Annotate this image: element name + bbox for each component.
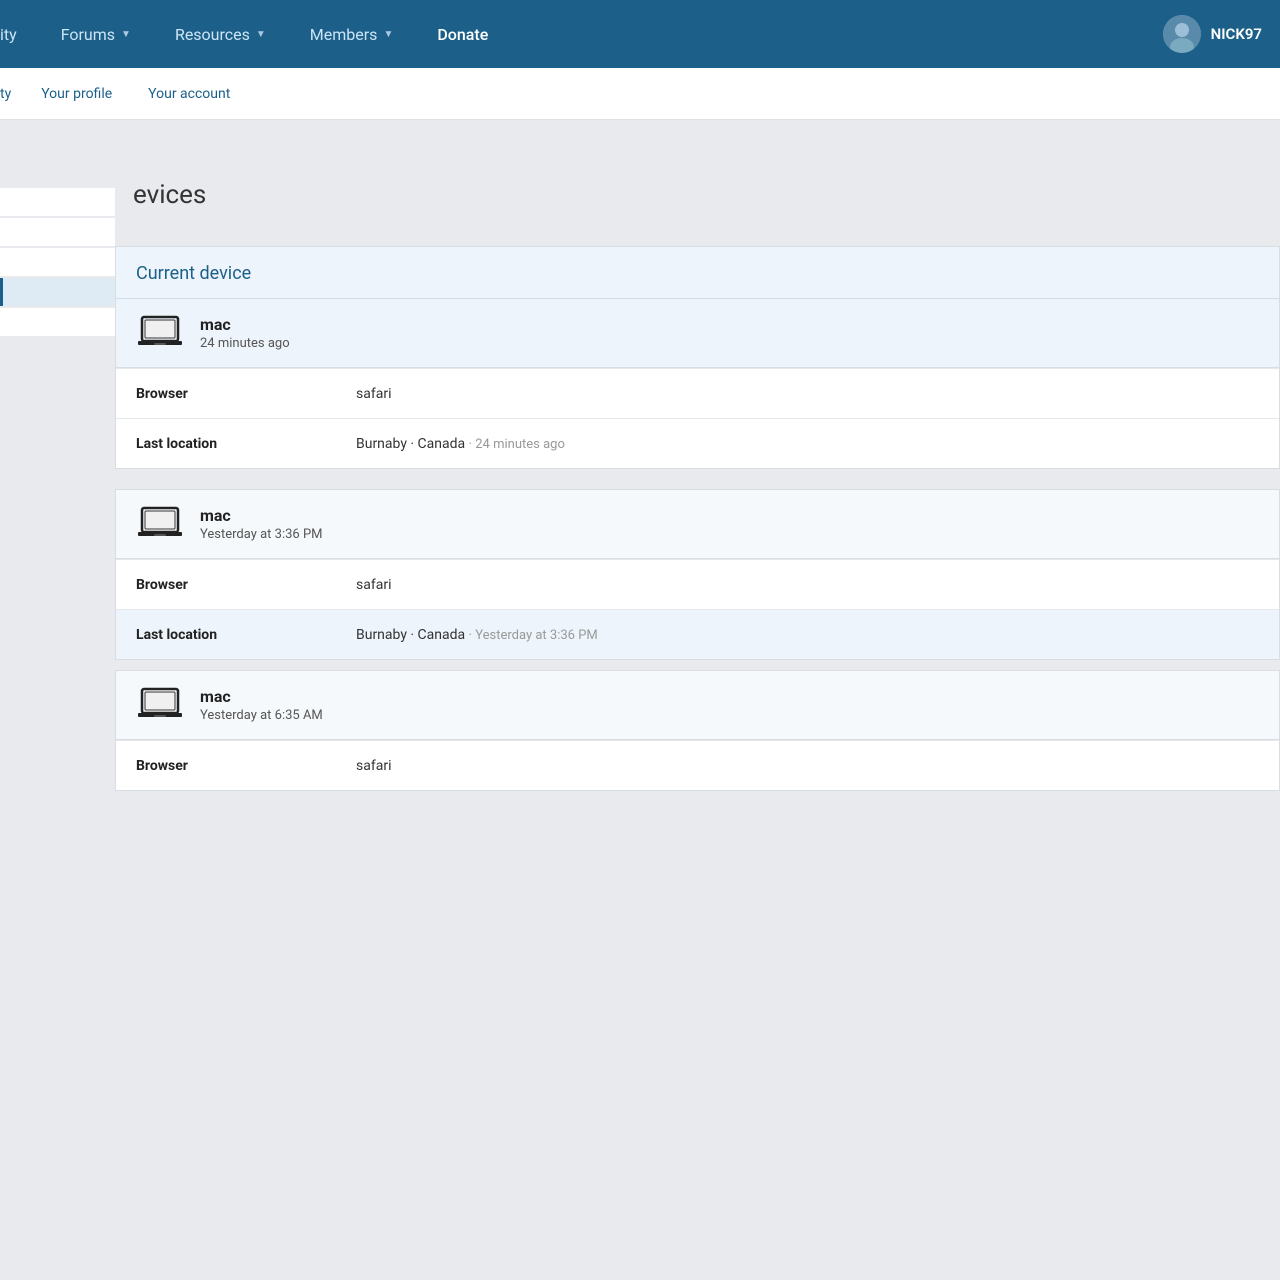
avatar-image	[1163, 15, 1201, 53]
location-city-2: Burnaby · Canada	[356, 627, 465, 643]
location-time-current: · 24 minutes ago	[469, 437, 565, 452]
sub-nav: ty Your profile Your account	[0, 68, 1280, 120]
nav-item-members[interactable]: Members ▼	[288, 0, 416, 68]
location-value-current: Burnaby · Canada · 24 minutes ago	[356, 436, 565, 452]
username-label: NICK97	[1211, 25, 1262, 43]
detail-row-location-current: Last location Burnaby · Canada · 24 minu…	[116, 418, 1279, 468]
laptop-icon-3	[136, 685, 184, 725]
detail-row-browser-2: Browser safari	[116, 559, 1279, 609]
sidebar-item-3[interactable]	[0, 248, 115, 276]
device-time-current: 24 minutes ago	[200, 336, 290, 351]
browser-label-3: Browser	[136, 758, 356, 774]
chevron-down-icon: ▼	[256, 29, 266, 40]
nav-item-donate[interactable]: Donate	[415, 0, 510, 68]
current-device-header: Current device	[116, 247, 1279, 299]
nav-item-forums[interactable]: Forums ▼	[39, 0, 153, 68]
nav-forums-label: Forums	[61, 25, 115, 44]
top-nav: ity Forums ▼ Resources ▼ Members ▼ Donat…	[0, 0, 1280, 68]
nav-members-label: Members	[310, 25, 378, 44]
page-content: evices Current device	[0, 120, 1280, 801]
location-label-2: Last location	[136, 627, 356, 643]
location-time-2: · Yesterday at 3:36 PM	[469, 628, 598, 643]
separator-1	[115, 479, 1280, 489]
device-time-2: Yesterday at 3:36 PM	[200, 527, 323, 542]
avatar	[1163, 15, 1201, 53]
laptop-icon-2	[136, 504, 184, 544]
sub-nav-your-profile[interactable]: Your profile	[23, 68, 130, 120]
detail-row-browser-current: Browser safari	[116, 368, 1279, 418]
sidebar-item-5[interactable]	[0, 308, 115, 336]
device-name-2: mac	[200, 506, 323, 525]
page-heading: evices	[125, 150, 1280, 230]
user-menu[interactable]: NICK97	[1145, 0, 1280, 68]
chevron-down-icon: ▼	[383, 29, 393, 40]
nav-item-resources[interactable]: Resources ▼	[153, 0, 288, 68]
location-label-current: Last location	[136, 436, 356, 452]
detail-row-location-2: Last location Burnaby · Canada · Yesterd…	[116, 609, 1279, 659]
sidebar-item-2[interactable]	[0, 218, 115, 246]
device-row-3: mac Yesterday at 6:35 AM	[116, 671, 1279, 740]
main-content: evices Current device	[115, 120, 1280, 801]
device-info-2: mac Yesterday at 3:36 PM	[200, 506, 323, 542]
detail-row-browser-3: Browser safari	[116, 740, 1279, 790]
browser-value-2: safari	[356, 577, 391, 593]
current-device-title: Current device	[136, 263, 251, 284]
device-row-current: mac 24 minutes ago	[116, 299, 1279, 368]
sub-nav-your-account[interactable]: Your account	[130, 68, 248, 120]
browser-label-2: Browser	[136, 577, 356, 593]
device-name-current: mac	[200, 315, 290, 334]
device-info-current: mac 24 minutes ago	[200, 315, 290, 351]
device-card-3: mac Yesterday at 6:35 AM Browser safari	[115, 670, 1280, 791]
chevron-down-icon: ▼	[121, 29, 131, 40]
nav-items: ity Forums ▼ Resources ▼ Members ▼ Donat…	[0, 0, 1145, 68]
device-time-3: Yesterday at 6:35 AM	[200, 708, 323, 723]
laptop-icon	[136, 313, 184, 353]
nav-partial-label: ity	[0, 0, 39, 68]
browser-value-3: safari	[356, 758, 391, 774]
sidebar	[0, 120, 115, 338]
nav-resources-label: Resources	[175, 25, 250, 44]
current-device-card: Current device mac 24 minutes	[115, 246, 1280, 469]
sidebar-item-1[interactable]	[0, 188, 115, 216]
location-value-2: Burnaby · Canada · Yesterday at 3:36 PM	[356, 627, 598, 643]
device-row-2: mac Yesterday at 3:36 PM	[116, 490, 1279, 559]
browser-label-current: Browser	[136, 386, 356, 402]
location-city-current: Burnaby · Canada	[356, 436, 465, 452]
browser-value-current: safari	[356, 386, 391, 402]
sub-nav-partial: ty	[0, 86, 23, 102]
device-name-3: mac	[200, 687, 323, 706]
device-card-2: mac Yesterday at 3:36 PM Browser safari …	[115, 489, 1280, 660]
device-info-3: mac Yesterday at 6:35 AM	[200, 687, 323, 723]
nav-donate-label: Donate	[437, 25, 488, 44]
sidebar-item-active[interactable]	[0, 278, 115, 306]
